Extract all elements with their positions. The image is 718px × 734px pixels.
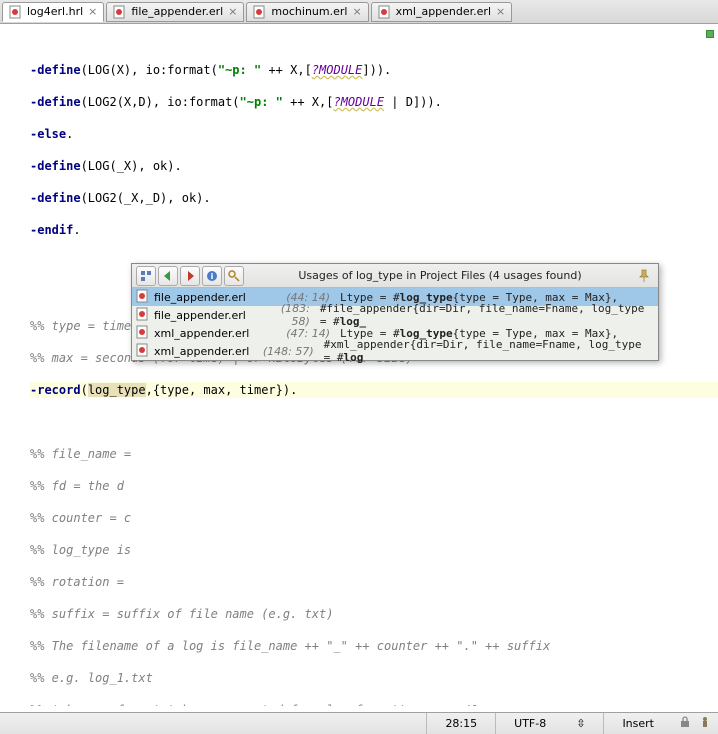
usage-file: file_appender.erl	[154, 291, 274, 304]
usage-pos: (47: 14)	[274, 327, 330, 340]
erl-file-icon	[9, 5, 23, 19]
close-icon[interactable]: ×	[352, 5, 361, 18]
info-button[interactable]: i	[202, 266, 222, 286]
caret-position[interactable]: 28:15	[426, 713, 495, 734]
erl-file-icon	[113, 5, 127, 19]
close-icon[interactable]: ×	[228, 5, 237, 18]
svg-text:i: i	[211, 272, 214, 281]
close-icon[interactable]: ×	[496, 5, 505, 18]
tab-label: log4erl.hrl	[27, 5, 83, 18]
erl-file-icon	[378, 5, 392, 19]
usage-row[interactable]: file_appender.erl (183: 58) #file_append…	[132, 306, 658, 324]
usage-pos: (148: 57)	[263, 345, 314, 358]
tab-xml-appender[interactable]: xml_appender.erl ×	[371, 2, 513, 22]
popup-title: Usages of log_type in Project Files (4 u…	[246, 269, 634, 282]
erl-file-icon	[136, 325, 150, 342]
next-usage-button[interactable]	[180, 266, 200, 286]
usage-snippet: #xml_appender{dir=Dir, file_name=Fname, …	[324, 338, 654, 364]
usage-snippet: #file_appender{dir=Dir, file_name=Fname,…	[320, 302, 654, 328]
tab-label: file_appender.erl	[131, 5, 223, 18]
close-icon[interactable]: ×	[88, 5, 97, 18]
settings-button[interactable]	[136, 266, 156, 286]
tab-label: xml_appender.erl	[396, 5, 491, 18]
status-bar: 28:15 UTF-8⇳ Insert	[0, 712, 718, 734]
editor-tabs: log4erl.hrl × file_appender.erl × mochin…	[0, 0, 718, 24]
code-editor[interactable]: -define(LOG(X), io:format("~p: " ++ X,[?…	[0, 24, 718, 706]
encoding-selector[interactable]: UTF-8⇳	[495, 713, 603, 734]
usages-popup: i Usages of log_type in Project Files (4…	[131, 263, 659, 361]
updown-icon: ⇳	[576, 717, 585, 730]
usage-file: xml_appender.erl	[154, 345, 263, 358]
erl-file-icon	[136, 307, 150, 324]
open-find-button[interactable]	[224, 266, 244, 286]
hector-icon[interactable]	[698, 715, 712, 732]
lock-icon[interactable]	[678, 715, 692, 732]
prev-usage-button[interactable]	[158, 266, 178, 286]
usage-file: file_appender.erl	[154, 309, 260, 322]
pin-button[interactable]	[634, 266, 654, 286]
erl-file-icon	[136, 343, 150, 360]
tab-file-appender[interactable]: file_appender.erl ×	[106, 2, 244, 22]
usage-row[interactable]: xml_appender.erl (148: 57) #xml_appender…	[132, 342, 658, 360]
tab-label: mochinum.erl	[271, 5, 347, 18]
usage-file: xml_appender.erl	[154, 327, 274, 340]
usage-pos: (183: 58)	[260, 302, 310, 328]
tab-log4erl[interactable]: log4erl.hrl ×	[2, 2, 104, 22]
analysis-ok-icon[interactable]	[706, 30, 714, 38]
tab-mochinum[interactable]: mochinum.erl ×	[246, 2, 368, 22]
erl-file-icon	[253, 5, 267, 19]
usages-list: file_appender.erl (44: 14) Ltype = #log_…	[132, 288, 658, 360]
popup-toolbar: i Usages of log_type in Project Files (4…	[132, 264, 658, 288]
erl-file-icon	[136, 289, 150, 306]
insert-mode[interactable]: Insert	[603, 713, 672, 734]
